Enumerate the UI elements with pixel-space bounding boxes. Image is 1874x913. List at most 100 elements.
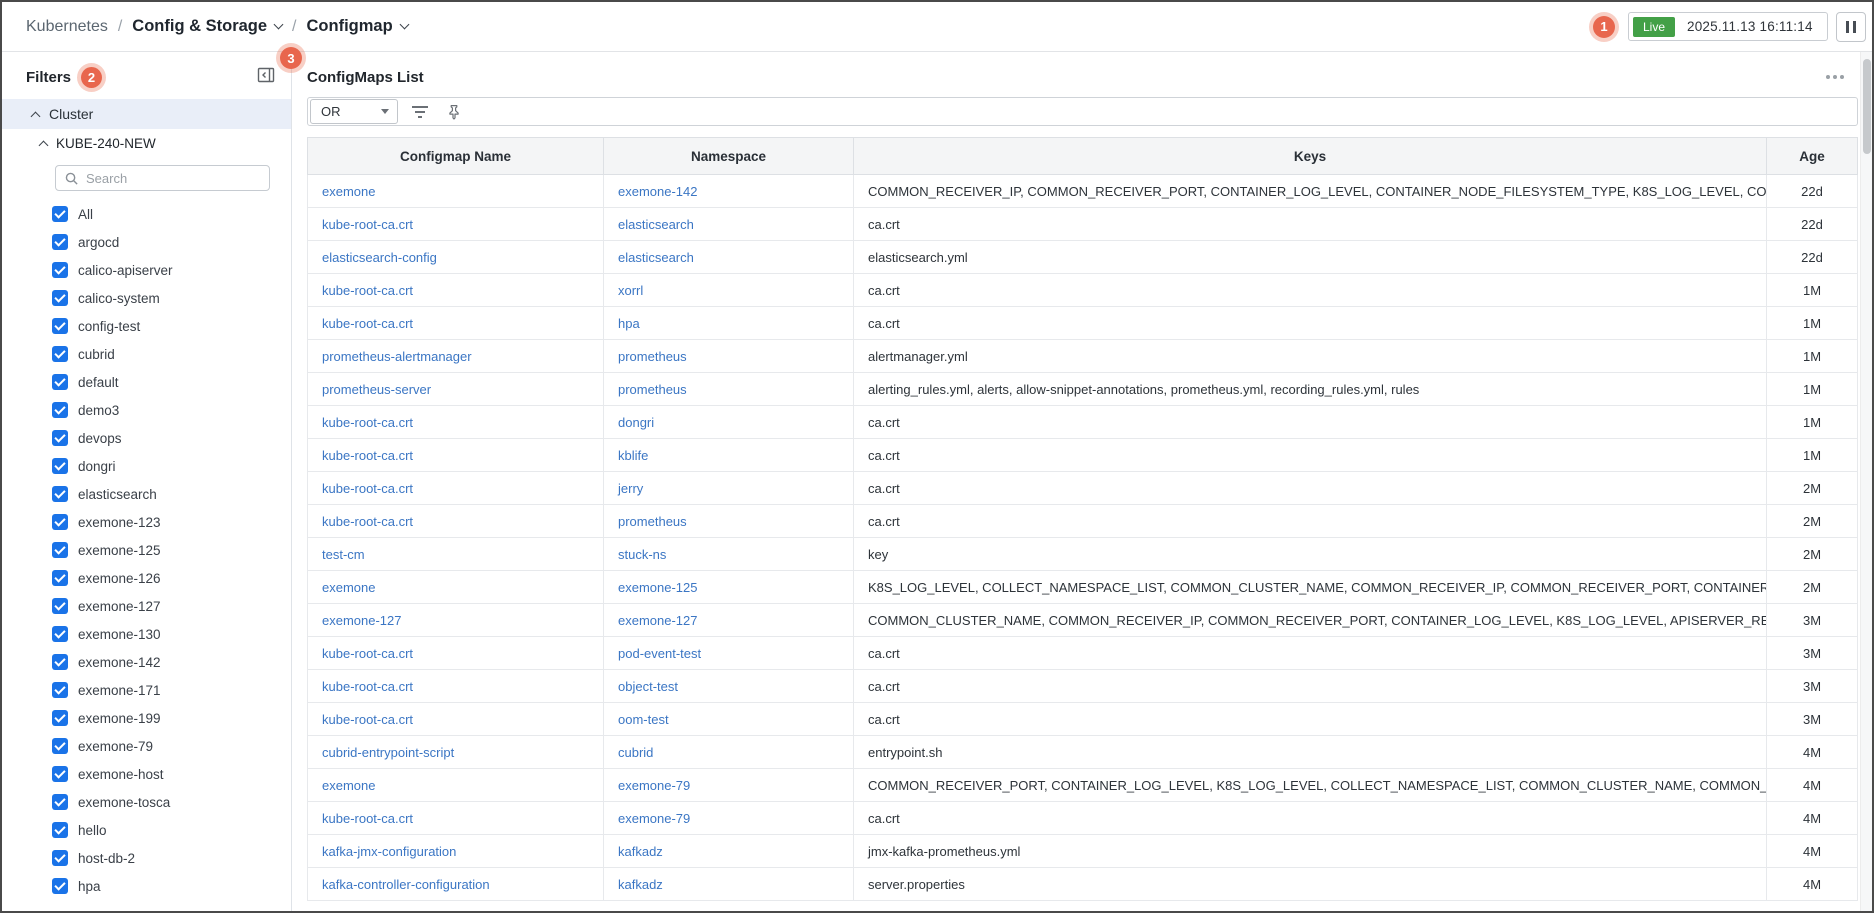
namespace-filter-item[interactable]: exemone-tosca xyxy=(2,788,291,816)
configmap-name-link[interactable]: kube-root-ca.crt xyxy=(308,406,604,439)
namespace-link[interactable]: kblife xyxy=(604,439,854,472)
configmap-name-link[interactable]: kube-root-ca.crt xyxy=(308,802,604,835)
checkbox-checked-icon[interactable] xyxy=(52,598,68,614)
checkbox-checked-icon[interactable] xyxy=(52,822,68,838)
namespace-link[interactable]: elasticsearch xyxy=(604,241,854,274)
checkbox-checked-icon[interactable] xyxy=(52,850,68,866)
cluster-group-toggle[interactable]: Cluster xyxy=(2,99,291,129)
namespace-link[interactable]: oom-test xyxy=(604,703,854,736)
checkbox-checked-icon[interactable] xyxy=(52,346,68,362)
configmap-name-link[interactable]: prometheus-alertmanager xyxy=(308,340,604,373)
namespace-link[interactable]: dongri xyxy=(604,406,854,439)
namespace-filter-item[interactable]: elasticsearch xyxy=(2,480,291,508)
checkbox-checked-icon[interactable] xyxy=(52,878,68,894)
checkbox-checked-icon[interactable] xyxy=(52,234,68,250)
namespace-filter-item[interactable]: host-db-2 xyxy=(2,844,291,872)
checkbox-checked-icon[interactable] xyxy=(52,262,68,278)
checkbox-checked-icon[interactable] xyxy=(52,318,68,334)
checkbox-checked-icon[interactable] xyxy=(52,402,68,418)
checkbox-checked-icon[interactable] xyxy=(52,374,68,390)
namespace-filter-item[interactable]: exemone-123 xyxy=(2,508,291,536)
vertical-scrollbar[interactable] xyxy=(1860,52,1872,911)
configmap-name-link[interactable]: kube-root-ca.crt xyxy=(308,439,604,472)
breadcrumb-kubernetes[interactable]: Kubernetes xyxy=(26,18,108,36)
checkbox-checked-icon[interactable] xyxy=(52,710,68,726)
namespace-link[interactable]: kafkadz xyxy=(604,835,854,868)
namespace-link[interactable]: stuck-ns xyxy=(604,538,854,571)
configmap-name-link[interactable]: exemone xyxy=(308,769,604,802)
configmap-name-link[interactable]: prometheus-server xyxy=(308,373,604,406)
namespace-filter-item[interactable]: exemone-host xyxy=(2,760,291,788)
checkbox-checked-icon[interactable] xyxy=(52,794,68,810)
namespace-filter-item[interactable]: exemone-127 xyxy=(2,592,291,620)
configmap-name-link[interactable]: cubrid-entrypoint-script xyxy=(308,736,604,769)
scrollbar-thumb[interactable] xyxy=(1863,59,1871,154)
namespace-filter-item[interactable]: exemone-199 xyxy=(2,704,291,732)
checkbox-checked-icon[interactable] xyxy=(52,542,68,558)
pin-icon[interactable] xyxy=(442,100,466,124)
namespace-link[interactable]: pod-event-test xyxy=(604,637,854,670)
namespace-link[interactable]: exemone-79 xyxy=(604,802,854,835)
namespace-filter-item[interactable]: cubrid xyxy=(2,340,291,368)
checkbox-checked-icon[interactable] xyxy=(52,290,68,306)
configmap-name-link[interactable]: elasticsearch-config xyxy=(308,241,604,274)
collapse-panel-icon[interactable] xyxy=(254,63,278,87)
checkbox-checked-icon[interactable] xyxy=(52,514,68,530)
namespace-link[interactable]: exemone-142 xyxy=(604,175,854,208)
cluster-node-toggle[interactable]: KUBE-240-NEW xyxy=(2,129,291,158)
configmap-name-link[interactable]: kube-root-ca.crt xyxy=(308,703,604,736)
namespace-filter-item[interactable]: calico-system xyxy=(2,284,291,312)
namespace-filter-item[interactable]: exemone-171 xyxy=(2,676,291,704)
namespace-filter-item[interactable]: hpa xyxy=(2,872,291,900)
pause-button[interactable] xyxy=(1836,12,1866,42)
namespace-filter-item[interactable]: argocd xyxy=(2,228,291,256)
filter-icon[interactable] xyxy=(408,100,432,124)
namespace-filter-item[interactable]: exemone-142 xyxy=(2,648,291,676)
configmap-name-link[interactable]: exemone xyxy=(308,571,604,604)
configmap-name-link[interactable]: exemone xyxy=(308,175,604,208)
namespace-filter-item[interactable]: All xyxy=(2,200,291,228)
namespace-filter-item[interactable]: devops xyxy=(2,424,291,452)
namespace-link[interactable]: kafkadz xyxy=(604,868,854,901)
more-options-icon[interactable] xyxy=(1826,75,1844,79)
namespace-filter-item[interactable]: config-test xyxy=(2,312,291,340)
namespace-filter-item[interactable]: exemone-125 xyxy=(2,536,291,564)
configmap-name-link[interactable]: kube-root-ca.crt xyxy=(308,637,604,670)
namespace-link[interactable]: hpa xyxy=(604,307,854,340)
checkbox-checked-icon[interactable] xyxy=(52,654,68,670)
checkbox-checked-icon[interactable] xyxy=(52,766,68,782)
configmap-name-link[interactable]: kube-root-ca.crt xyxy=(308,472,604,505)
filter-operator-select[interactable]: OR xyxy=(310,99,398,124)
namespace-link[interactable]: object-test xyxy=(604,670,854,703)
namespace-link[interactable]: cubrid xyxy=(604,736,854,769)
configmap-name-link[interactable]: kube-root-ca.crt xyxy=(308,307,604,340)
namespace-filter-item[interactable]: demo3 xyxy=(2,396,291,424)
namespace-link[interactable]: jerry xyxy=(604,472,854,505)
checkbox-checked-icon[interactable] xyxy=(52,486,68,502)
namespace-filter-item[interactable]: exemone-130 xyxy=(2,620,291,648)
namespace-filter-item[interactable]: exemone-126 xyxy=(2,564,291,592)
namespace-link[interactable]: elasticsearch xyxy=(604,208,854,241)
namespace-filter-item[interactable]: calico-apiserver xyxy=(2,256,291,284)
namespace-link[interactable]: exemone-125 xyxy=(604,571,854,604)
configmap-name-link[interactable]: test-cm xyxy=(308,538,604,571)
namespace-link[interactable]: exemone-79 xyxy=(604,769,854,802)
configmap-name-link[interactable]: kafka-jmx-configuration xyxy=(308,835,604,868)
configmap-name-link[interactable]: kube-root-ca.crt xyxy=(308,208,604,241)
checkbox-checked-icon[interactable] xyxy=(52,682,68,698)
namespace-link[interactable]: xorrl xyxy=(604,274,854,307)
namespace-link[interactable]: exemone-127 xyxy=(604,604,854,637)
configmap-name-link[interactable]: kube-root-ca.crt xyxy=(308,274,604,307)
breadcrumb-configmap-dropdown[interactable]: Configmap xyxy=(307,17,408,36)
namespace-filter-item[interactable]: dongri xyxy=(2,452,291,480)
configmap-name-link[interactable]: kube-root-ca.crt xyxy=(308,670,604,703)
configmap-name-link[interactable]: exemone-127 xyxy=(308,604,604,637)
checkbox-checked-icon[interactable] xyxy=(52,626,68,642)
checkbox-checked-icon[interactable] xyxy=(52,738,68,754)
checkbox-checked-icon[interactable] xyxy=(52,570,68,586)
namespace-link[interactable]: prometheus xyxy=(604,505,854,538)
checkbox-checked-icon[interactable] xyxy=(52,430,68,446)
configmap-name-link[interactable]: kafka-controller-configuration xyxy=(308,868,604,901)
namespace-link[interactable]: prometheus xyxy=(604,373,854,406)
breadcrumb-config-storage-dropdown[interactable]: Config & Storage xyxy=(132,17,282,36)
